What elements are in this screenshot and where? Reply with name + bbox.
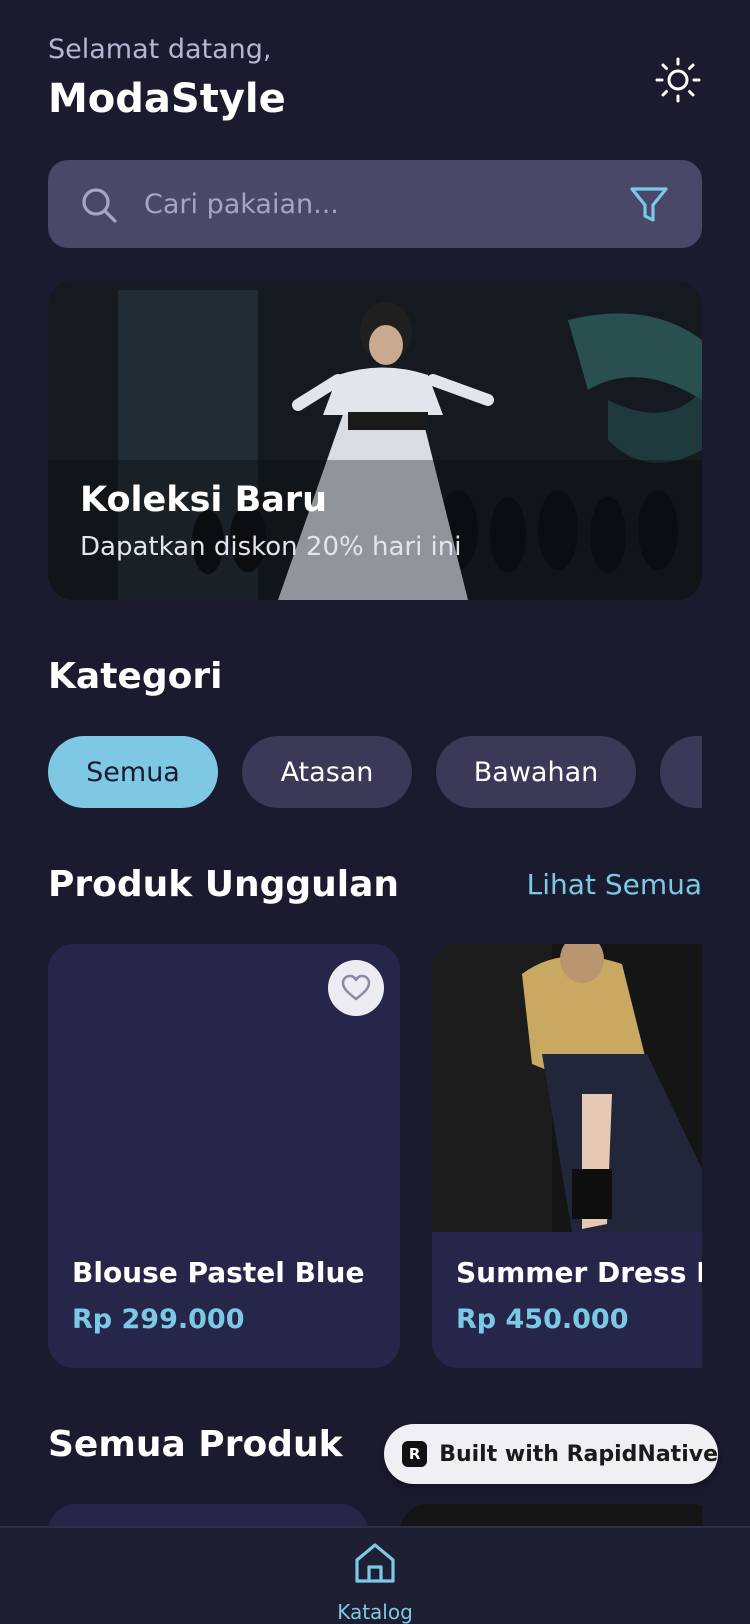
theme-toggle-button[interactable] [650, 52, 706, 108]
heart-icon [341, 974, 371, 1001]
search-bar[interactable] [48, 160, 702, 248]
home-icon [355, 1543, 395, 1583]
greeting-text: Selamat datang, [48, 34, 272, 65]
featured-product-list: Blouse Pastel Blue Rp 299.000 Summer Dre… [48, 944, 702, 1368]
bottom-tab-bar: Katalog [0, 1526, 750, 1624]
chip-semua[interactable]: Semua [48, 736, 218, 808]
product-card[interactable]: Blouse Pastel Blue Rp 299.000 [48, 944, 400, 1368]
chip-atasan[interactable]: Atasan [242, 736, 412, 808]
built-with-badge[interactable]: R Built with RapidNative [384, 1424, 718, 1484]
see-all-link[interactable]: Lihat Semua [527, 868, 702, 901]
sun-icon [655, 57, 701, 103]
chip-bawahan[interactable]: Bawahan [436, 736, 636, 808]
filter-icon[interactable] [628, 184, 670, 226]
category-section-title: Kategori [48, 656, 223, 697]
search-input[interactable] [144, 160, 624, 248]
product-card[interactable]: Summer Dress Ele Rp 450.000 [432, 944, 702, 1368]
rapidnative-logo: R [402, 1441, 428, 1467]
catalog-screen: Selamat datang, ModaStyle Cari pakaian..… [0, 0, 750, 1624]
product-image [432, 944, 702, 1232]
category-chip-list: Semua Atasan Bawahan [48, 736, 702, 808]
product-price: Rp 299.000 [72, 1304, 245, 1335]
tab-katalog[interactable]: Katalog [325, 1528, 425, 1624]
all-product-list [48, 1504, 702, 1528]
banner-title: Koleksi Baru [80, 480, 328, 520]
favorite-button[interactable] [328, 960, 384, 1016]
product-name: Blouse Pastel Blue [72, 1256, 365, 1289]
search-icon [82, 188, 117, 223]
product-name: Summer Dress Ele [456, 1256, 702, 1289]
all-products-section-title: Semua Produk [48, 1424, 343, 1465]
badge-text: Built with RapidNative [439, 1441, 718, 1467]
product-price: Rp 450.000 [456, 1304, 629, 1335]
product-card[interactable] [400, 1504, 702, 1528]
featured-section-title: Produk Unggulan [48, 864, 400, 905]
tab-label: Katalog [337, 1600, 413, 1624]
promo-banner[interactable]: Koleksi Baru Dapatkan diskon 20% hari in… [48, 280, 702, 600]
chip-more[interactable] [660, 736, 702, 808]
brand-title: ModaStyle [48, 76, 286, 122]
banner-subtitle: Dapatkan diskon 20% hari ini [80, 532, 462, 562]
product-card[interactable] [48, 1504, 368, 1528]
